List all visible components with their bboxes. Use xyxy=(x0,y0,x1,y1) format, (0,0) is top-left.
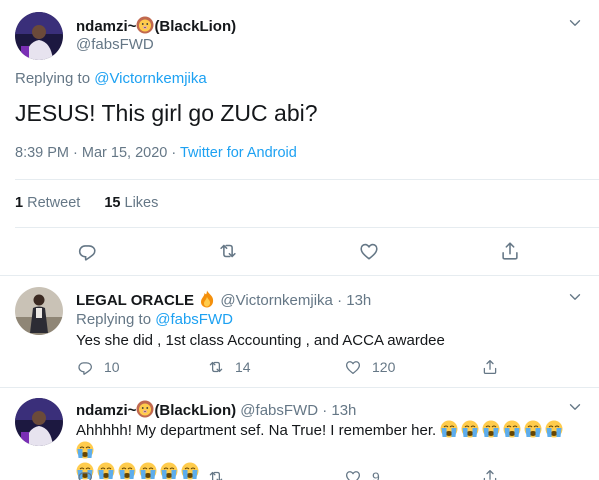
loudly-crying-face-icon xyxy=(545,420,563,438)
loudly-crying-face-icon xyxy=(160,462,178,480)
display-name-text: ndamzi~ xyxy=(76,402,137,419)
retweet-button[interactable]: 14 xyxy=(207,358,251,376)
chevron-down-icon[interactable] xyxy=(566,398,584,416)
reply-text: Yes she did , 1st class Accounting , and… xyxy=(76,332,445,349)
reply-button[interactable]: 10 xyxy=(76,358,120,376)
fire-icon xyxy=(198,290,216,308)
divider xyxy=(15,227,599,228)
chevron-down-icon[interactable] xyxy=(566,14,584,32)
loudly-crying-face-icon xyxy=(482,420,500,438)
reply-author-handle[interactable]: @fabsFWD xyxy=(240,402,318,419)
loudly-crying-face-icon xyxy=(440,420,458,438)
replying-to-link[interactable]: @Victornkemjika xyxy=(94,70,207,87)
replying-prefix: Replying to xyxy=(76,311,152,328)
share-icon[interactable] xyxy=(499,240,521,262)
tweet-meta: 8:39 PM · Mar 15, 2020 · Twitter for And… xyxy=(15,145,297,161)
divider xyxy=(15,179,599,180)
divider xyxy=(0,387,599,388)
like-count: 120 xyxy=(372,359,396,375)
display-name-suffix: (BlackLion) xyxy=(154,402,237,419)
lion-face-icon xyxy=(136,400,154,418)
retweet-icon[interactable] xyxy=(217,240,239,262)
chevron-down-icon[interactable] xyxy=(566,288,584,306)
divider xyxy=(0,275,599,276)
reply-author-name[interactable]: ndamzi~ (BlackLion) xyxy=(76,402,236,419)
like-button[interactable]: 120 xyxy=(344,358,395,376)
retweet-count: 14 xyxy=(235,359,251,375)
author-handle[interactable]: @fabsFWD xyxy=(76,36,154,53)
tweet-stats: 1 Retweet 15 Likes xyxy=(15,195,158,211)
likes-stat[interactable]: 15 Likes xyxy=(104,195,158,211)
tweet-timestamp[interactable]: 8:39 PM · Mar 15, 2020 xyxy=(15,145,167,161)
avatar[interactable] xyxy=(15,398,63,446)
reply-text-content: Ahhhhh! My department sef. Na True! I re… xyxy=(76,422,437,439)
retweet-icon xyxy=(207,358,225,376)
likes-count: 15 xyxy=(104,195,121,211)
retweets-stat[interactable]: 1 Retweet xyxy=(15,195,80,211)
reply-icon xyxy=(76,358,94,376)
avatar[interactable] xyxy=(15,12,63,60)
loudly-crying-face-icon xyxy=(524,420,542,438)
loudly-crying-face-icon xyxy=(76,441,94,459)
avatar[interactable] xyxy=(15,287,63,335)
tweet-source[interactable]: Twitter for Android xyxy=(180,145,297,161)
loudly-crying-face-icon xyxy=(461,420,479,438)
loudly-crying-face-icon xyxy=(97,462,115,480)
like-icon xyxy=(344,358,362,376)
replying-prefix: Replying to xyxy=(15,70,91,87)
reply-author-name[interactable]: LEGAL ORACLE xyxy=(76,292,194,309)
loudly-crying-face-icon xyxy=(181,462,199,480)
reply-text: Ahhhhh! My department sef. Na True! I re… xyxy=(76,420,586,480)
likes-label: Likes xyxy=(124,195,159,211)
retweets-label: Retweet xyxy=(27,195,81,211)
reply-author-handle[interactable]: @Victornkemjika xyxy=(220,292,333,309)
like-icon xyxy=(344,468,362,480)
tweet-text: JESUS! This girl go ZUC abi? xyxy=(15,100,318,126)
reply-header: ndamzi~ (BlackLion) @fabsFWD · 13h xyxy=(76,400,356,419)
retweet-icon[interactable] xyxy=(207,468,225,480)
replying-to-link[interactable]: @fabsFWD xyxy=(155,311,233,328)
lion-face-icon xyxy=(136,16,154,34)
reply-icon[interactable] xyxy=(76,468,94,480)
replying-to: Replying to @fabsFWD xyxy=(76,311,233,328)
reply-header: LEGAL ORACLE @Victornkemjika · 13h xyxy=(76,290,371,309)
meta-separator: · xyxy=(171,145,177,161)
display-name-suffix: (BlackLion) xyxy=(154,18,237,35)
like-icon[interactable] xyxy=(358,240,380,262)
replying-to: Replying to @Victornkemjika xyxy=(15,70,207,87)
share-icon[interactable] xyxy=(481,358,499,376)
reply-time[interactable]: · 13h xyxy=(337,292,371,309)
loudly-crying-face-icon xyxy=(118,462,136,480)
reply-count: 10 xyxy=(104,359,120,375)
share-icon[interactable] xyxy=(481,468,499,480)
like-count: 9 xyxy=(372,469,380,480)
author-display-name[interactable]: ndamzi~ (BlackLion) xyxy=(76,16,236,35)
display-name-text: ndamzi~ xyxy=(76,18,137,35)
loudly-crying-face-icon xyxy=(139,462,157,480)
reply-icon[interactable] xyxy=(76,240,98,262)
loudly-crying-face-icon xyxy=(503,420,521,438)
reply-time[interactable]: · 13h xyxy=(322,402,356,419)
like-button[interactable]: 9 xyxy=(344,468,380,480)
retweets-count: 1 xyxy=(15,195,24,211)
